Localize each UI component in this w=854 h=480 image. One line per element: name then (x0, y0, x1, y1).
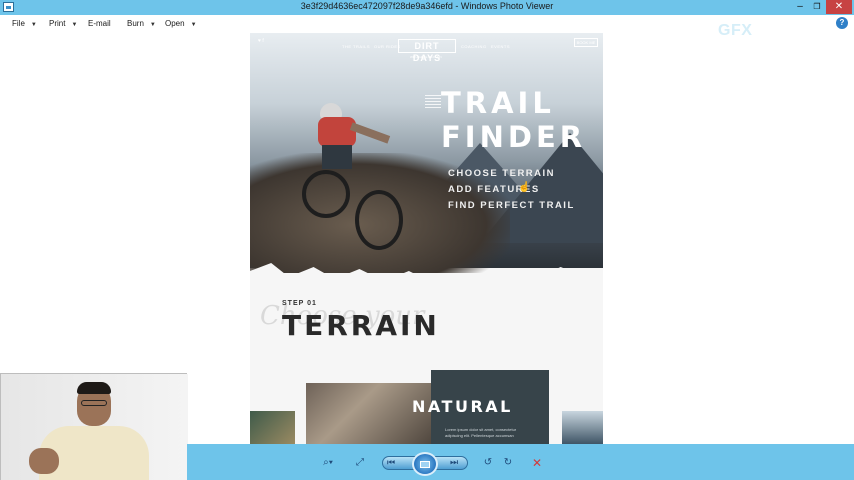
thumbnail-image (250, 411, 295, 444)
rider-jersey (318, 117, 356, 147)
bottom-toolbar: ⌕▾ ⤢ ⏮ ⏭ ↺ ↻ ✕ (187, 444, 854, 480)
photo-brand-logo: DIRT DAYS (398, 39, 456, 63)
previous-icon[interactable]: ⏮ (387, 457, 395, 468)
next-icon[interactable]: ⏭ (450, 457, 458, 468)
menu-file[interactable]: File ▼ (12, 19, 37, 28)
close-window-button[interactable]: ✕ (826, 0, 852, 14)
rider-shorts (322, 145, 352, 169)
menu-file-label: File (12, 19, 25, 28)
displayed-photo: ♥ f THE TRAILS OUR RIDES DIRT DAYS WITH … (250, 33, 603, 444)
chevron-down-icon: ▼ (190, 22, 197, 28)
window-title: 3e3f29d4636ec472097f28de9a346efd - Windo… (300, 1, 554, 11)
rotate-counterclockwise-icon[interactable]: ↺ (481, 456, 495, 470)
watermark-part1: GFX (718, 22, 753, 39)
hero-step: FIND PERFECT TRAIL (448, 200, 575, 211)
photo-book-button: BOOK ME (574, 38, 598, 47)
menu-burn[interactable]: Burn ▼ (127, 19, 156, 28)
watermark-logo: GFXMENTOR (718, 22, 824, 40)
presenter-hair (77, 382, 111, 394)
hand-cursor-icon: ☝ (518, 182, 531, 193)
chevron-down-icon: ▼ (149, 22, 156, 28)
thumbnail-image (562, 411, 603, 444)
hero-step: ADD FEATURES (448, 184, 540, 195)
menu-print-label: Print (49, 19, 66, 28)
hero-title: TRAIL FINDER (441, 86, 586, 154)
slideshow-icon (420, 461, 430, 468)
photo-site-nav: ♥ f THE TRAILS OUR RIDES DIRT DAYS WITH … (250, 33, 603, 63)
actual-size-icon[interactable]: ⤢ (353, 456, 367, 470)
photo-nav-link: OUR RIDES (374, 44, 401, 49)
rotate-clockwise-icon[interactable]: ↻ (501, 456, 515, 470)
presenter-glasses (81, 400, 107, 406)
menu-email[interactable]: E-mail (88, 19, 111, 28)
help-icon[interactable]: ? (836, 17, 848, 29)
photo-nav-link: THE TRAILS (342, 44, 371, 49)
menu-open-label: Open (165, 19, 185, 28)
menu-open[interactable]: Open ▼ (165, 19, 197, 28)
photo-brand-subtitle: WITH GREG MCCLAIN (410, 55, 442, 59)
maximize-button[interactable]: ❐ (810, 0, 824, 14)
mountain-biker-illustration (300, 95, 410, 265)
hero-step: CHOOSE TERRAIN (448, 168, 556, 179)
chevron-down-icon: ▼ (30, 22, 37, 28)
social-icons: ♥ f (258, 38, 264, 44)
watermark-part2: MENTOR (752, 22, 825, 39)
bike-front-wheel (302, 170, 350, 218)
bike-rear-wheel (355, 190, 403, 250)
photo-nav-link: EVENTS (491, 44, 511, 49)
menu-email-label: E-mail (88, 19, 111, 28)
delete-icon[interactable]: ✕ (530, 456, 544, 470)
zoom-icon[interactable]: ⌕▾ (317, 456, 339, 470)
step-label: STEP 01 (282, 300, 317, 307)
terrain-card-text: Lorem ipsum dolor sit amet, consectetur … (445, 427, 517, 438)
section-title: TERRAIN (282, 309, 440, 342)
terrain-card-title: NATURAL (412, 397, 513, 416)
chevron-down-icon: ▼ (71, 22, 78, 28)
menu-burn-label: Burn (127, 19, 144, 28)
slideshow-button[interactable] (412, 452, 438, 476)
photo-nav-link: COACHING (461, 44, 487, 49)
hero-title-line1: TRAIL (441, 86, 555, 120)
presenter-hand (29, 448, 59, 474)
title-bar: 3e3f29d4636ec472097f28de9a346efd - Windo… (0, 0, 854, 15)
minimize-button[interactable]: – (793, 0, 807, 14)
webcam-overlay (0, 373, 188, 480)
hero-steps: CHOOSE TERRAIN ADD FEATURES FIND PERFECT… (448, 166, 575, 214)
menu-print[interactable]: Print ▼ (49, 19, 77, 28)
decorative-lines (425, 95, 441, 109)
hero-title-line2: FINDER (441, 120, 587, 154)
